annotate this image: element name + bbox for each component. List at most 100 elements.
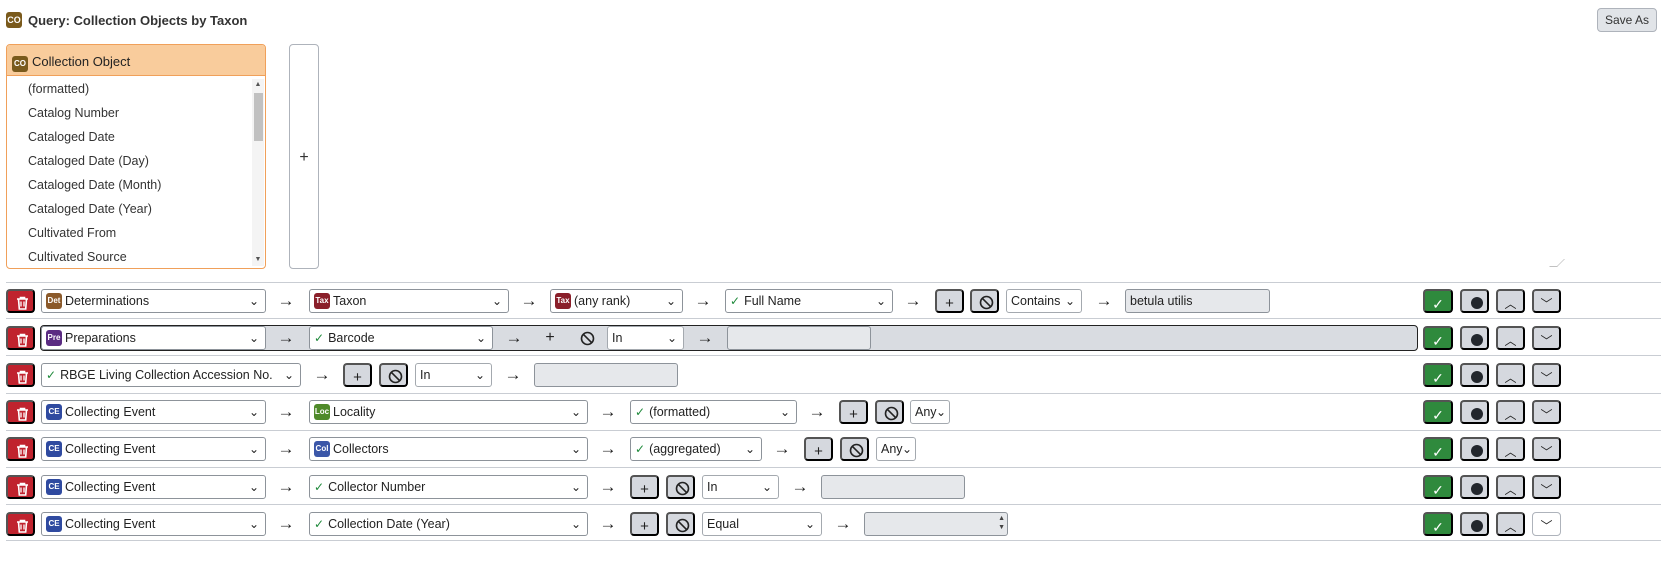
operator-select[interactable]: In ⌄ — [702, 475, 779, 499]
sort-toggle-button[interactable] — [1460, 475, 1489, 499]
scrollbar-thumb[interactable] — [254, 93, 263, 141]
filter-value-input[interactable]: betula utilis — [1125, 289, 1270, 313]
picker-field-item[interactable]: Cultivated Source — [7, 245, 251, 268]
path-select-collecting-event[interactable]: CE Collecting Event ⌄ — [41, 475, 266, 499]
filter-value-input[interactable] — [727, 326, 871, 350]
move-down-button[interactable]: ﹀ — [1532, 512, 1561, 536]
path-select-field[interactable]: ✓ Full Name ⌄ — [725, 289, 893, 313]
filter-value-input[interactable] — [821, 475, 965, 499]
operator-select[interactable]: Contains ⌄ — [1006, 289, 1082, 313]
delete-field-button[interactable] — [6, 512, 35, 536]
negate-button[interactable] — [577, 326, 597, 350]
show-in-results-button[interactable]: ✓ — [1423, 475, 1453, 499]
move-up-button[interactable]: ︿ — [1496, 289, 1525, 313]
picker-field-item[interactable]: Cultivated From — [7, 221, 251, 245]
delete-field-button[interactable] — [6, 400, 35, 424]
move-up-button[interactable]: ︿ — [1496, 363, 1525, 387]
negate-button[interactable] — [970, 289, 999, 313]
add-criteria-button[interactable]: + — [630, 475, 659, 499]
sort-toggle-button[interactable] — [1460, 512, 1489, 536]
operator-select[interactable]: In ⌄ — [607, 326, 684, 350]
chevron-down-icon: ⌄ — [665, 294, 676, 308]
path-select-rank[interactable]: Tax (any rank) ⌄ — [550, 289, 683, 313]
path-select-taxon[interactable]: Tax Taxon ⌄ — [309, 289, 509, 313]
add-criteria-button[interactable]: + — [935, 289, 964, 313]
picker-field-item[interactable]: Cataloged Date (Year) — [7, 197, 251, 221]
path-select-collecting-event[interactable]: CE Collecting Event ⌄ — [41, 437, 266, 461]
show-in-results-button[interactable]: ✓ — [1423, 437, 1453, 461]
resize-grip-icon[interactable] — [1549, 259, 1565, 267]
chevron-down-icon: ⌄ — [1064, 294, 1075, 308]
path-select-field[interactable]: ✓ Collection Date (Year) ⌄ — [309, 512, 588, 536]
path-select-field[interactable]: ✓ (aggregated) ⌄ — [630, 437, 762, 461]
negate-button[interactable] — [666, 512, 695, 536]
row-divider — [6, 467, 1661, 468]
add-criteria-button[interactable]: + — [343, 363, 372, 387]
sort-toggle-button[interactable] — [1460, 326, 1489, 350]
path-select-field[interactable]: ✓ (formatted) ⌄ — [630, 400, 797, 424]
show-in-results-button[interactable]: ✓ — [1423, 289, 1453, 313]
move-up-button[interactable]: ︿ — [1496, 326, 1525, 350]
delete-field-button[interactable] — [6, 363, 35, 387]
move-down-button[interactable]: ﹀ — [1532, 475, 1561, 499]
path-select-collecting-event[interactable]: CE Collecting Event ⌄ — [41, 400, 266, 424]
move-up-button[interactable]: ︿ — [1496, 475, 1525, 499]
save-as-button[interactable]: Save As — [1596, 8, 1657, 32]
scroll-down-icon[interactable]: ▼ — [252, 254, 264, 266]
picker-field-item[interactable]: Cataloged Date (Month) — [7, 173, 251, 197]
delete-field-button[interactable] — [6, 475, 35, 499]
operator-select[interactable]: Any ⌄ — [876, 437, 916, 461]
path-select-field[interactable]: ✓ Collector Number ⌄ — [309, 475, 588, 499]
filter-value-input[interactable]: ▲ ▼ — [864, 512, 1008, 536]
show-in-results-button[interactable]: ✓ — [1423, 400, 1453, 424]
path-select-determinations[interactable]: Det Determinations ⌄ — [41, 289, 266, 313]
delete-field-button[interactable] — [6, 326, 35, 350]
picker-field-item[interactable]: (formatted) — [7, 77, 251, 101]
number-spinner-icon[interactable]: ▲ ▼ — [998, 514, 1005, 532]
move-down-button[interactable]: ﹀ — [1532, 437, 1561, 461]
trash-icon — [17, 444, 28, 458]
move-up-button[interactable]: ︿ — [1496, 512, 1525, 536]
picker-field-item[interactable]: Cataloged Date — [7, 125, 251, 149]
collecting-event-table-icon: CE — [46, 516, 62, 532]
path-select-preparations[interactable]: Pre Preparations ⌄ — [41, 326, 266, 350]
scroll-up-icon[interactable]: ▲ — [252, 79, 264, 91]
picker-scrollbar[interactable]: ▲ ▼ — [252, 79, 264, 266]
move-down-button[interactable]: ﹀ — [1532, 326, 1561, 350]
operator-select[interactable]: In ⌄ — [415, 363, 492, 387]
negate-button[interactable] — [875, 400, 904, 424]
picker-field-item[interactable]: Catalog Number — [7, 101, 251, 125]
path-select-field[interactable]: ✓ Barcode ⌄ — [309, 326, 493, 350]
show-in-results-button[interactable]: ✓ — [1423, 326, 1453, 350]
delete-field-button[interactable] — [6, 437, 35, 461]
add-field-button[interactable]: + — [289, 44, 319, 269]
negate-button[interactable] — [379, 363, 408, 387]
picker-table-header[interactable]: CO Collection Object — [7, 45, 265, 76]
move-down-button[interactable]: ﹀ — [1532, 400, 1561, 424]
operator-select[interactable]: Any ⌄ — [910, 400, 950, 424]
operator-select[interactable]: Equal ⌄ — [702, 512, 822, 536]
add-criteria-button[interactable]: + — [804, 437, 833, 461]
path-select-collecting-event[interactable]: CE Collecting Event ⌄ — [41, 512, 266, 536]
add-criteria-button[interactable]: + — [540, 326, 560, 350]
show-in-results-button[interactable]: ✓ — [1423, 363, 1453, 387]
move-up-button[interactable]: ︿ — [1496, 400, 1525, 424]
picker-field-item[interactable]: Cataloged Date (Day) — [7, 149, 251, 173]
show-in-results-button[interactable]: ✓ — [1423, 512, 1453, 536]
move-up-button[interactable]: ︿ — [1496, 437, 1525, 461]
delete-field-button[interactable] — [6, 289, 35, 313]
sort-toggle-button[interactable] — [1460, 400, 1489, 424]
sort-toggle-button[interactable] — [1460, 289, 1489, 313]
move-down-button[interactable]: ﹀ — [1532, 289, 1561, 313]
add-criteria-button[interactable]: + — [839, 400, 868, 424]
path-select-collectors[interactable]: Col Collectors ⌄ — [309, 437, 588, 461]
negate-button[interactable] — [840, 437, 869, 461]
negate-button[interactable] — [666, 475, 695, 499]
path-select-field[interactable]: ✓ RBGE Living Collection Accession No. ⌄ — [41, 363, 301, 387]
add-criteria-button[interactable]: + — [630, 512, 659, 536]
path-select-locality[interactable]: Loc Locality ⌄ — [309, 400, 588, 424]
move-down-button[interactable]: ﹀ — [1532, 363, 1561, 387]
filter-value-input[interactable] — [534, 363, 678, 387]
sort-toggle-button[interactable] — [1460, 437, 1489, 461]
sort-toggle-button[interactable] — [1460, 363, 1489, 387]
